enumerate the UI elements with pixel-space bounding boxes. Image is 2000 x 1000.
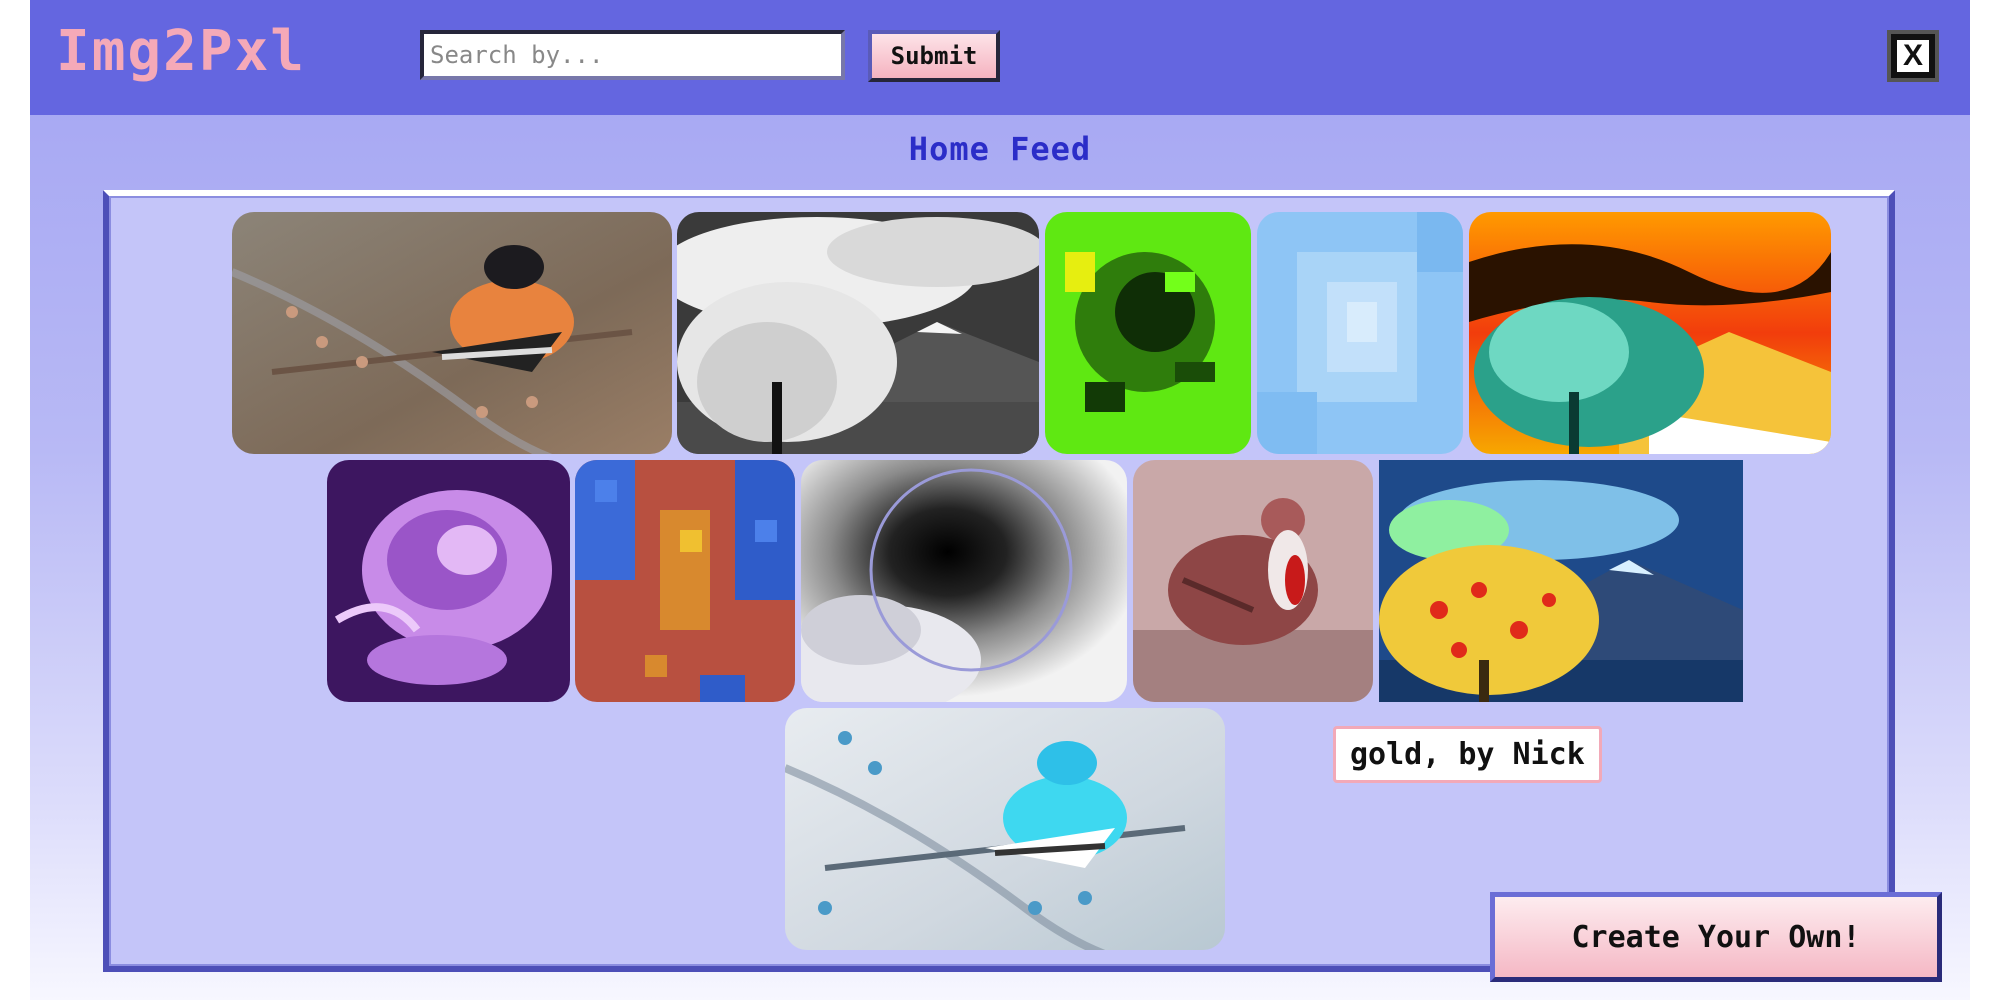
submit-button[interactable]: Submit bbox=[868, 30, 1000, 82]
create-your-own-button[interactable]: Create Your Own! bbox=[1490, 892, 1942, 982]
search-input[interactable] bbox=[420, 30, 845, 80]
top-bar: Img2Pxl Submit X bbox=[30, 0, 1970, 115]
app-logo[interactable]: Img2Pxl bbox=[56, 20, 306, 84]
feed-image-purple-rose[interactable] bbox=[327, 460, 570, 702]
app-window: Img2Pxl Submit X Home Feed bbox=[30, 0, 1970, 1000]
feed-image-inverted-sunset[interactable] bbox=[1469, 212, 1831, 454]
feed-image-inverted-bird[interactable] bbox=[785, 708, 1225, 950]
feed-image-pixel-mosaic[interactable] bbox=[575, 460, 795, 702]
feed-panel: gold, by Nick bbox=[103, 190, 1895, 972]
page-title: Home Feed bbox=[908, 130, 1092, 168]
feed-image-inverted-sky[interactable] bbox=[801, 460, 1127, 702]
feed-image-orange-bird[interactable] bbox=[232, 212, 672, 454]
close-button[interactable]: X bbox=[1887, 30, 1939, 82]
feed-image-green-rose[interactable] bbox=[1045, 212, 1251, 454]
feed-image-red-dove[interactable] bbox=[1133, 460, 1373, 702]
close-icon: X bbox=[1897, 40, 1929, 72]
feed-image-grayscale-mountain[interactable] bbox=[677, 212, 1039, 454]
feed-image-gold-tree[interactable] bbox=[1379, 460, 1743, 702]
image-tooltip: gold, by Nick bbox=[1333, 726, 1602, 783]
feed-image-blue-sky[interactable] bbox=[1257, 212, 1463, 454]
